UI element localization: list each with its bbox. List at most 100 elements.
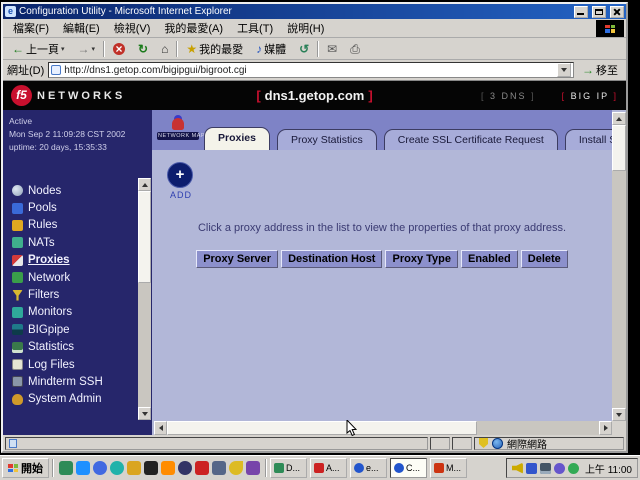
filters-icon (12, 290, 23, 301)
task-button-1[interactable]: D... (270, 458, 307, 478)
sidebar-item-statistics[interactable]: Statistics (12, 339, 134, 356)
col-enabled[interactable]: Enabled (461, 250, 518, 268)
address-input-box[interactable] (48, 62, 574, 78)
task-button-5[interactable]: M... (430, 458, 467, 478)
sidebar-item-mindterm-ssh[interactable]: Mindterm SSH (12, 373, 134, 390)
scroll-down-icon[interactable] (612, 408, 626, 421)
quick-launch-icon[interactable] (93, 461, 107, 475)
status-uptime: uptime: 20 days, 15:35:33 (9, 141, 148, 154)
title-bar[interactable]: e Configuration Utility - Microsoft Inte… (3, 4, 626, 19)
menu-file[interactable]: 檔案(F) (7, 19, 55, 37)
quick-launch-icon[interactable] (246, 461, 260, 475)
favorites-label: 我的最愛 (199, 41, 243, 57)
content-horizontal-scrollbar[interactable] (154, 421, 612, 435)
close-button[interactable] (610, 6, 624, 18)
tab-proxy-statistics[interactable]: Proxy Statistics (277, 129, 377, 150)
sidebar-item-bigpipe[interactable]: BIGpipe (12, 321, 134, 338)
go-label: 移至 (596, 62, 618, 78)
menu-favorites[interactable]: 我的最愛(A) (158, 19, 229, 37)
scroll-up-icon[interactable] (138, 178, 151, 191)
link-3dns[interactable]: [ 3 DNS ] (481, 91, 536, 101)
scrollbar-thumb[interactable] (167, 421, 477, 435)
tab-create-ssl-certificate-request[interactable]: Create SSL Certificate Request (384, 129, 558, 150)
sidebar-item-system-admin[interactable]: System Admin (12, 391, 134, 408)
hostname: dns1.getop.com (261, 88, 369, 103)
start-label: 開始 (21, 460, 43, 476)
task-button-2[interactable]: A... (310, 458, 347, 478)
refresh-button[interactable]: ↻ (133, 41, 153, 57)
sidebar-item-nodes[interactable]: Nodes (12, 182, 134, 199)
quick-launch-icon[interactable] (229, 461, 243, 475)
sidebar-item-nats[interactable]: NATs (12, 234, 134, 251)
favorites-button[interactable]: ★ 我的最愛 (181, 39, 248, 59)
task-label: M... (446, 463, 461, 473)
print-button[interactable]: ⎙ (345, 41, 365, 57)
network-tray-icon[interactable] (554, 463, 565, 474)
sidebar-nav: Nodes Pools Rules NATs Proxies Network (12, 182, 134, 408)
mail-button[interactable]: ✉ (322, 41, 342, 57)
col-destination-host[interactable]: Destination Host (281, 250, 382, 268)
tab-proxies[interactable]: Proxies (204, 127, 270, 150)
scroll-right-icon[interactable] (599, 421, 612, 435)
scrollbar-thumb[interactable] (612, 125, 626, 171)
system-status: Active Mon Sep 2 11:09:28 CST 2002 uptim… (3, 110, 152, 155)
menu-tools[interactable]: 工具(T) (231, 19, 279, 37)
taskbar-clock[interactable]: 上午 11:00 (585, 461, 632, 476)
messenger-icon[interactable] (526, 463, 537, 474)
task-button-3[interactable]: e... (350, 458, 387, 478)
quick-launch-icon[interactable] (110, 461, 124, 475)
restore-button[interactable] (592, 6, 606, 18)
col-delete[interactable]: Delete (521, 250, 568, 268)
sidebar-item-log-files[interactable]: Log Files (12, 356, 134, 373)
sidebar-item-proxies[interactable]: Proxies (12, 252, 134, 269)
add-button[interactable]: + (167, 162, 193, 188)
sidebar-item-filters[interactable]: Filters (12, 286, 134, 303)
col-proxy-type[interactable]: Proxy Type (385, 250, 458, 268)
address-bar: 網址(D) → 移至 (3, 60, 626, 81)
network-map-button[interactable]: NETWORK MAP (157, 113, 199, 140)
sidebar-item-pools[interactable]: Pools (12, 199, 134, 216)
content-vertical-scrollbar[interactable] (612, 112, 626, 421)
quick-launch-icon[interactable] (178, 461, 192, 475)
sidebar-item-label: Monitors (28, 306, 72, 318)
scroll-up-icon[interactable] (612, 112, 626, 125)
system-admin-icon (12, 394, 23, 405)
antivirus-icon[interactable] (568, 463, 579, 474)
quick-launch-icon[interactable] (127, 461, 141, 475)
quick-launch-icon[interactable] (59, 461, 73, 475)
quick-launch-icon[interactable] (144, 461, 158, 475)
minimize-button[interactable] (574, 6, 588, 18)
sidebar-item-network[interactable]: Network (12, 269, 134, 286)
address-dropdown-button[interactable] (557, 63, 571, 77)
sidebar-scrollbar[interactable] (138, 178, 151, 420)
quick-launch-icon[interactable] (76, 461, 90, 475)
forward-button[interactable]: → ▾ (73, 41, 101, 57)
link-bigip[interactable]: [ BIG IP ] (562, 91, 618, 101)
start-button[interactable]: 開始 (2, 458, 49, 478)
page-icon (51, 65, 61, 75)
menu-edit[interactable]: 編輯(E) (57, 19, 106, 37)
display-icon[interactable] (540, 463, 551, 474)
task-button-configuration-utility[interactable]: C... (390, 458, 427, 478)
home-button[interactable]: ⌂ (156, 41, 173, 57)
tab-install-ssl-certificate[interactable]: Install SSL Certif (565, 129, 612, 150)
scrollbar-thumb[interactable] (138, 191, 151, 283)
scroll-left-icon[interactable] (154, 421, 167, 435)
back-button[interactable]: ← 上一頁 ▾ (7, 39, 70, 59)
go-button[interactable]: → 移至 (578, 61, 622, 79)
status-datetime: Mon Sep 2 11:09:28 CST 2002 (9, 128, 148, 141)
address-input[interactable] (64, 65, 554, 76)
stop-button[interactable]: × (108, 41, 130, 57)
menu-view[interactable]: 檢視(V) (108, 19, 157, 37)
history-button[interactable]: ↺ (294, 41, 314, 57)
col-proxy-server[interactable]: Proxy Server (196, 250, 278, 268)
media-button[interactable]: ♪ 媒體 (251, 39, 291, 59)
quick-launch-icon[interactable] (195, 461, 209, 475)
sidebar-item-rules[interactable]: Rules (12, 217, 134, 234)
volume-icon[interactable] (512, 463, 523, 474)
scroll-down-icon[interactable] (138, 407, 151, 420)
quick-launch-icon[interactable] (212, 461, 226, 475)
sidebar-item-monitors[interactable]: Monitors (12, 304, 134, 321)
quick-launch-icon[interactable] (161, 461, 175, 475)
menu-help[interactable]: 說明(H) (281, 19, 330, 37)
